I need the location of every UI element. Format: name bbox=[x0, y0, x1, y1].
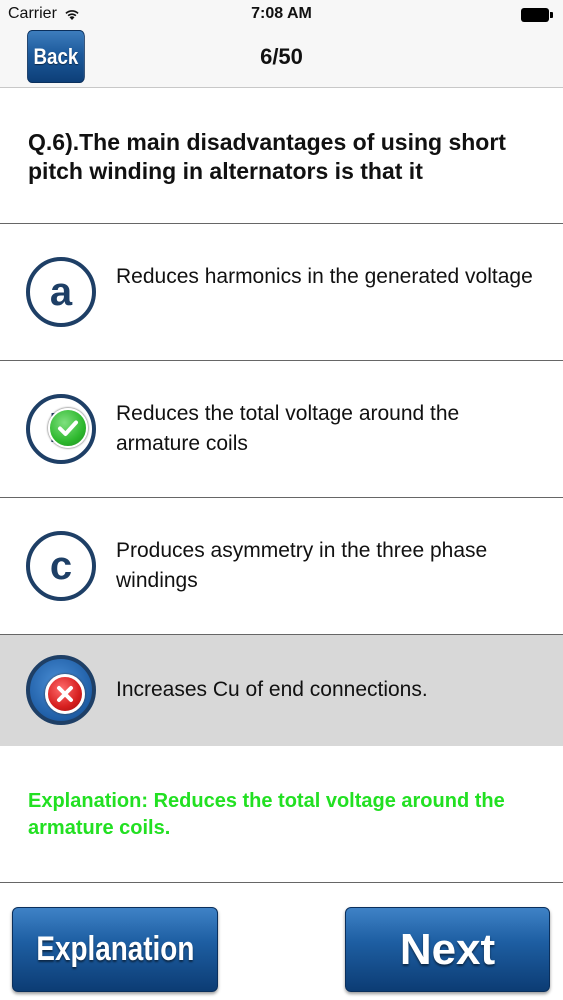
question-section: Q.6).The main disadvantages of using sho… bbox=[0, 88, 563, 224]
explanation-button[interactable]: Explanation bbox=[12, 907, 218, 992]
explanation-button-label: Explanation bbox=[35, 930, 195, 968]
option-d[interactable]: Increases Cu of end connections. bbox=[0, 635, 563, 746]
option-d-text: Increases Cu of end connections. bbox=[116, 678, 428, 701]
check-icon bbox=[48, 408, 88, 448]
option-c-badge-icon: c bbox=[26, 531, 96, 601]
option-d-badge-icon bbox=[26, 655, 96, 725]
option-c[interactable]: c Produces asymmetry in the three phase … bbox=[0, 498, 563, 635]
battery-icon bbox=[521, 8, 553, 22]
cross-icon bbox=[45, 674, 85, 714]
option-a-badge-icon: a bbox=[26, 257, 96, 327]
option-b-badge-icon: b bbox=[26, 394, 96, 464]
explanation-section: Explanation: Reduces the total voltage a… bbox=[0, 746, 563, 883]
status-time: 7:08 AM bbox=[251, 5, 312, 22]
nav-bar: Back 6/50 bbox=[0, 30, 563, 88]
option-c-letter: c bbox=[49, 543, 73, 588]
explanation-text: Explanation: Reduces the total voltage a… bbox=[28, 790, 505, 839]
question-counter: 6/50 bbox=[260, 44, 303, 69]
next-button-label: Next bbox=[399, 924, 496, 974]
next-button[interactable]: Next bbox=[345, 907, 550, 992]
option-a[interactable]: a Reduces harmonics in the generated vol… bbox=[0, 224, 563, 361]
option-a-letter: a bbox=[49, 269, 73, 314]
question-text: Q.6).The main disadvantages of using sho… bbox=[28, 129, 506, 184]
option-a-text: Reduces harmonics in the generated volta… bbox=[116, 265, 533, 288]
option-b-text: Reduces the total voltage around the arm… bbox=[116, 402, 460, 455]
option-b[interactable]: b Reduces the total voltage around the a… bbox=[0, 361, 563, 498]
option-c-text: Produces asymmetry in the three phase wi… bbox=[116, 539, 488, 592]
status-bar: Carrier 7:08 AM bbox=[0, 0, 563, 30]
